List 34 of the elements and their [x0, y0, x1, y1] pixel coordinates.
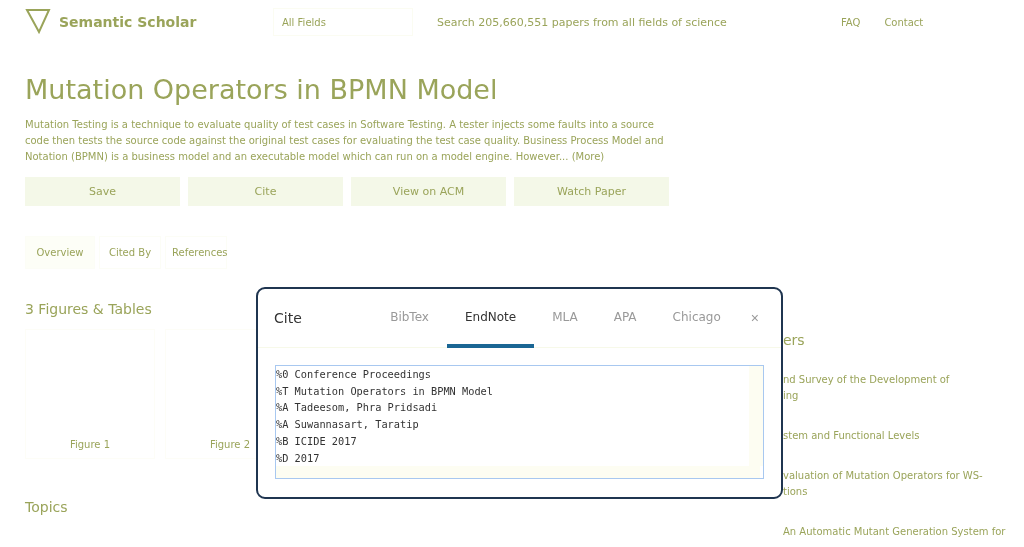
paper-link[interactable]: An Automatic Mutant Generation System for	[783, 524, 1013, 540]
paper-link[interactable]: stem and Functional Levels	[783, 428, 1013, 444]
paper-title: Mutation Operators in BPMN Model	[25, 74, 499, 105]
header-link[interactable]: FAQ	[841, 16, 861, 28]
field-select[interactable]: All Fields	[273, 8, 413, 36]
figure-card[interactable]: Figure 1	[25, 329, 155, 459]
paper-link[interactable]: nd Survey of the Development of ing	[783, 372, 1013, 404]
more-link[interactable]: (More)	[571, 151, 605, 162]
page-tab[interactable]: Overview	[25, 236, 95, 269]
format-tab[interactable]: Chicago	[654, 289, 739, 348]
figure-caption: Figure 2	[209, 439, 251, 450]
header-link[interactable]: Contact	[884, 16, 924, 28]
page-tab[interactable]: References	[165, 236, 227, 269]
logo-text: Semantic Scholar	[59, 14, 198, 30]
abstract-text: Mutation Testing is a technique to evaluate quality of test cases in Software Testing. A tester injects some faults into a source code then tests the source code against the original test cases for evaluating the test case quality. Business Process Model and Notation (BPMN) is a business model and an executable model which can run on a model engine. However... (More)	[25, 118, 665, 164]
action-button[interactable]: Watch Paper	[514, 177, 669, 206]
logo-icon	[25, 6, 51, 34]
section-heading: Topics	[25, 499, 68, 515]
format-tab[interactable]: MLA	[534, 289, 596, 348]
citation-field[interactable]: %0 Conference Proceedings %T Mutation Operators in BPMN Model %A Tadeesom, Phra Pridsadi %A Suwannasart, Taratip %B ICIDE 2017 %D 2017	[275, 365, 764, 479]
search-field[interactable]: Search 205,660,551 papers from all fields of science	[437, 15, 817, 29]
format-tab[interactable]: BibTex	[372, 289, 447, 348]
action-button[interactable]: Save	[25, 177, 180, 206]
section-heading: ers	[783, 332, 806, 348]
dialog-title: Cite	[274, 310, 303, 326]
format-tab[interactable]: APA	[595, 289, 655, 348]
page-tab[interactable]: Cited By	[99, 236, 161, 269]
figure-caption: Figure 1	[69, 439, 111, 450]
action-button[interactable]: Cite	[188, 177, 343, 206]
close-button[interactable]: ×	[744, 289, 765, 347]
action-button[interactable]: View on ACM	[351, 177, 506, 206]
format-tab[interactable]: EndNote	[446, 289, 535, 348]
section-heading: 3 Figures & Tables	[25, 301, 152, 317]
paper-link[interactable]: valuation of Mutation Operators for WS- tions	[783, 468, 1013, 500]
